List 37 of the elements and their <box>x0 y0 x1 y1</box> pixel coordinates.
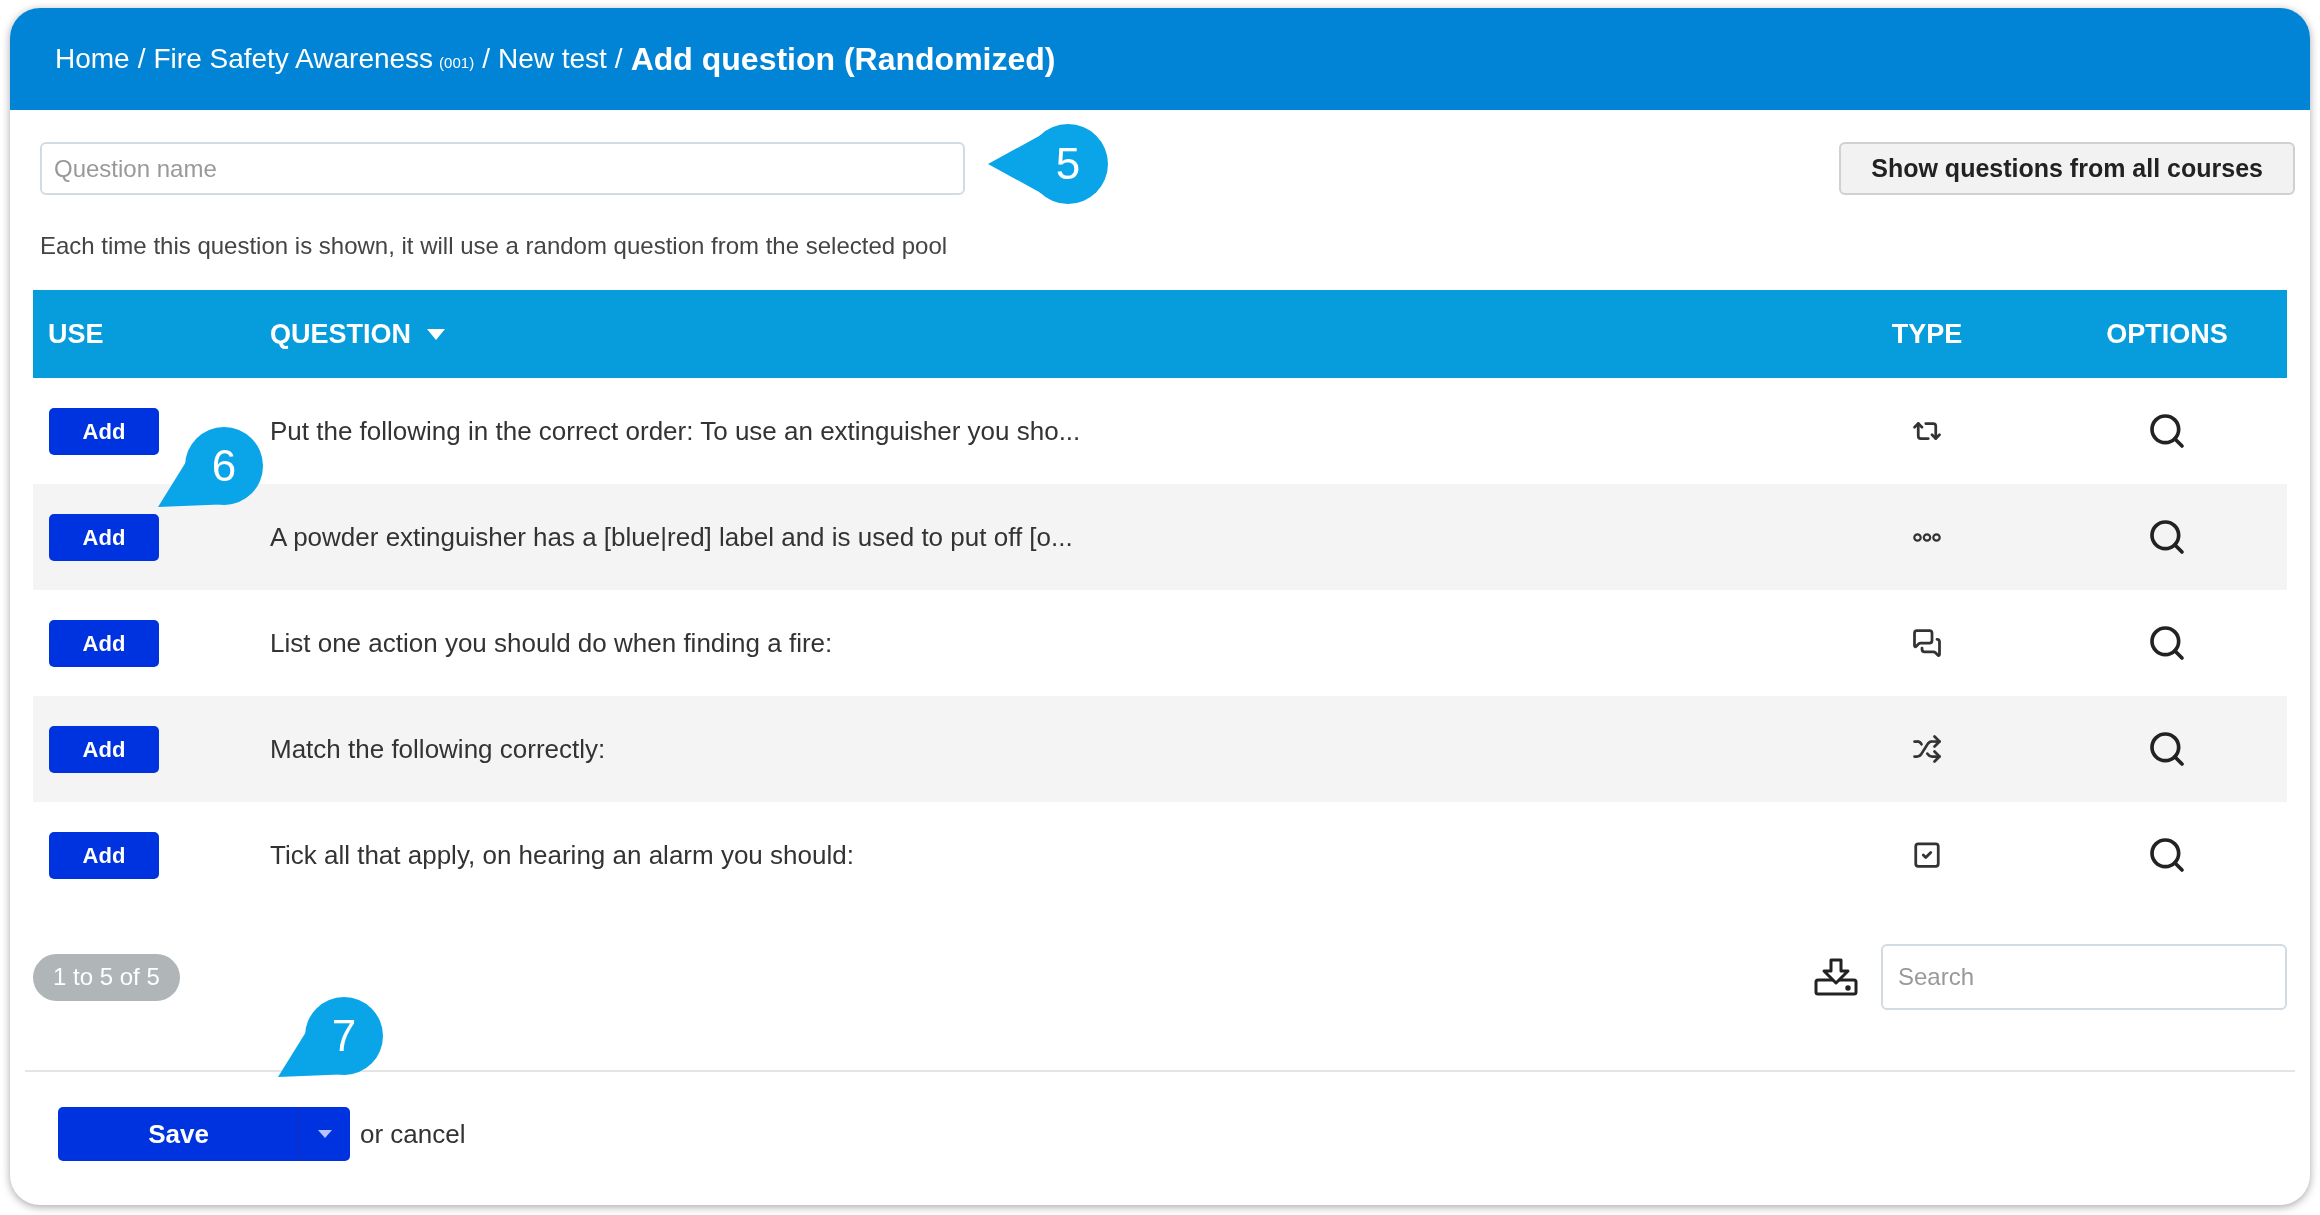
breadcrumb-separator: / <box>614 42 623 76</box>
search-icon[interactable] <box>2147 729 2187 769</box>
download-icon[interactable] <box>1813 957 1859 997</box>
search-icon[interactable] <box>2147 623 2187 663</box>
add-button[interactable]: Add <box>49 513 159 561</box>
breadcrumb-separator: / <box>137 42 146 76</box>
show-all-courses-button[interactable]: Show questions from all courses <box>1839 142 2295 195</box>
save-button[interactable]: Save <box>58 1107 300 1161</box>
add-button[interactable]: Add <box>49 407 159 455</box>
question-text: List one action you should do when finding a fire: <box>270 627 833 658</box>
question-text: Tick all that apply, on hearing an alarm you should: <box>270 839 854 870</box>
add-button[interactable]: Add <box>49 831 159 879</box>
search-field[interactable]: Search <box>1881 944 2287 1010</box>
search-icon[interactable] <box>2147 517 2187 557</box>
question-text: Put the following in the correct order: To use an extinguisher you sho... <box>270 415 1081 446</box>
hint-text: Each time this question is shown, it will use a random question from the selected pool <box>40 231 948 261</box>
chat-bubbles-icon <box>1912 628 1942 658</box>
sort-caret-icon[interactable] <box>427 328 445 340</box>
search-icon[interactable] <box>2147 835 2187 875</box>
cancel-text: or cancel <box>360 1117 466 1151</box>
add-button[interactable]: Add <box>49 619 159 667</box>
question-name-field[interactable]: Question name <box>40 142 965 195</box>
breadcrumb-link[interactable]: Fire Safety Awareness (001) <box>153 38 475 80</box>
add-button[interactable]: Add <box>49 725 159 773</box>
save-split-button[interactable]: Save <box>58 1107 350 1161</box>
breadcrumb-link[interactable]: Home <box>55 38 130 80</box>
question-text: A powder extinguisher has a [blue|red] label and is used to put off [o... <box>270 521 1073 552</box>
breadcrumb-separator: / <box>482 42 490 76</box>
shuffle-icon <box>1912 734 1942 764</box>
search-icon[interactable] <box>2147 411 2187 451</box>
question-text: Match the following correctly: <box>270 733 606 764</box>
page-title: Add question (Randomized) <box>630 40 1056 79</box>
pagination-pill: 1 to 5 of 5 <box>33 953 180 1001</box>
breadcrumb-link[interactable]: New test <box>497 38 607 80</box>
caret-icon[interactable] <box>318 1130 332 1138</box>
checkbox-icon <box>1912 840 1942 870</box>
ellipsis-icon <box>1913 532 1941 542</box>
